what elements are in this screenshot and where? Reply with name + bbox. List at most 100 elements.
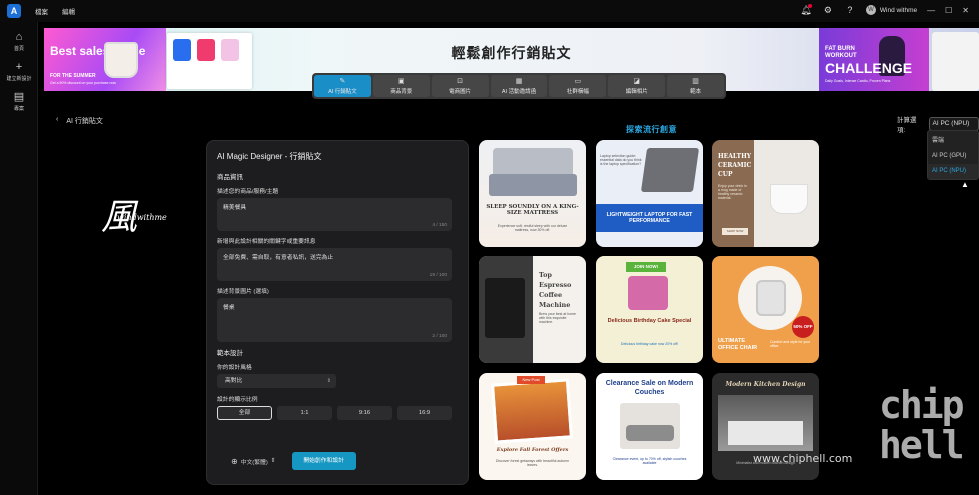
card-title: Clearance Sale on Modern Couches xyxy=(605,380,694,396)
card-subtitle: Clearance event, up to 70% off, stylish … xyxy=(612,457,687,465)
card-title: Modern Kitchen Design xyxy=(725,381,806,388)
card-subtitle: Experience soft, restful sleep with our … xyxy=(497,224,568,232)
tab-label: AI 行銷貼文 xyxy=(328,88,357,95)
card-subtitle: Laptop selection guide: essential data d… xyxy=(600,154,642,166)
tab-edit-photo[interactable]: ◪ 編輯相片 xyxy=(608,75,666,97)
idea-card-cup[interactable]: HEALTHY CERAMIC CUP Enjoy your drink in … xyxy=(712,140,819,247)
cup-image xyxy=(770,184,808,214)
app-logo-icon[interactable]: A xyxy=(7,4,21,18)
compute-selected-value: AI PC (NPU) xyxy=(932,120,970,127)
option-gpu[interactable]: AI PC (GPU) xyxy=(928,149,978,164)
card-title: Delicious Birthday Cake Special xyxy=(607,318,692,324)
option-npu[interactable]: AI PC (NPU) xyxy=(928,164,978,179)
gear-icon[interactable]: ⚙ xyxy=(822,4,834,16)
tab-label: 社群橫幅 xyxy=(566,88,589,95)
user-menu[interactable]: W Wind withme xyxy=(865,5,918,15)
sidebar-item-label: 建立新設計 xyxy=(6,76,32,82)
idea-card-cake[interactable]: JOIN NOW! Delicious Birthday Cake Specia… xyxy=(596,256,703,363)
sidebar-item-new-design[interactable]: + 建立新設計 xyxy=(0,61,38,82)
ratio-label: 設計的顯示比例 xyxy=(217,397,258,403)
card-title: HEALTHY CERAMIC CUP xyxy=(718,153,752,178)
designer-form: AI Magic Designer - 行銷貼文 商品資訊 描述您的商品/服務/… xyxy=(206,140,469,485)
join-now-badge: JOIN NOW! xyxy=(626,262,666,272)
ad-line: FAT BURN WORKOUT xyxy=(825,46,857,59)
tab-templates[interactable]: ▥ 範本 xyxy=(667,75,725,97)
compute-dropdown: 雲端 AI PC (GPU) AI PC (NPU) xyxy=(927,130,979,180)
char-count: 19 / 100 xyxy=(429,273,447,278)
feature-tabs: ✎ AI 行銷貼文 ▣ 商品背景 ⊡ 電商圖片 ▦ AI 活動邀請函 ▭ 社群橫幅 ◪ 編輯… xyxy=(312,73,726,99)
back-link[interactable]: ‹ AI 行銷貼文 xyxy=(56,116,103,126)
watermark-windwithme: 風 windwithme xyxy=(101,200,167,236)
close-icon[interactable]: ✕ xyxy=(962,6,969,15)
product-label: 描述您的商品/服務/主題 xyxy=(217,189,279,195)
help-icon[interactable]: ? xyxy=(844,4,856,16)
language-value: 中文(繁體) xyxy=(240,459,268,466)
tab-ai-invitation[interactable]: ▦ AI 活動邀請函 xyxy=(490,75,548,97)
tab-label: 範本 xyxy=(690,88,702,95)
idea-card-laptop[interactable]: Laptop selection guide: essential data d… xyxy=(596,140,703,247)
user-name: Wind withme xyxy=(879,6,918,14)
generate-button[interactable]: 開始創作和設計 xyxy=(291,452,356,470)
idea-card-mattress[interactable]: SLEEP SOUNDLY ON A KING-SIZE MATTRESS Ex… xyxy=(479,140,586,247)
discount-badge: 50% OFF xyxy=(792,316,814,338)
product-input[interactable]: 精美餐具 4 / 150 xyxy=(217,198,452,231)
menu-file[interactable]: 檔案 xyxy=(35,6,48,16)
ad-fine-print: Get a 50% discount on your purchase now xyxy=(50,81,116,85)
ratio-all[interactable]: 全部 xyxy=(217,406,272,420)
option-cloud[interactable]: 雲端 xyxy=(928,134,978,149)
tab-product-background[interactable]: ▣ 商品背景 xyxy=(372,75,430,97)
sidebar-item-projects[interactable]: ▤ 專案 xyxy=(0,91,38,112)
tab-label: 編輯相片 xyxy=(625,88,648,95)
tab-social-banner[interactable]: ▭ 社群橫幅 xyxy=(549,75,607,97)
tab-label: 商品背景 xyxy=(390,88,413,95)
ratio-1-1[interactable]: 1:1 xyxy=(277,406,332,420)
idea-card-chair[interactable]: 50% OFF ULTIMATE OFFICE CHAIR Comfort an… xyxy=(712,256,819,363)
photo-edit-icon: ◪ xyxy=(633,77,641,85)
maximize-icon[interactable]: ☐ xyxy=(945,6,952,15)
style-select[interactable]: 高對比 ⇕ xyxy=(217,374,336,388)
product-value: 精美餐具 xyxy=(223,205,247,211)
shop-now-button: SHOP NOW xyxy=(722,228,748,235)
watermark-script: windwithme xyxy=(117,213,167,222)
tab-label: 電商圖片 xyxy=(449,88,472,95)
background-input[interactable]: 餐桌 2 / 100 xyxy=(217,298,452,342)
background-label: 描述背景圖片 (選填) xyxy=(217,289,269,295)
idea-card-couches[interactable]: Clearance Sale on Modern Couches Clearan… xyxy=(596,373,703,480)
tab-ecommerce-images[interactable]: ⊡ 電商圖片 xyxy=(431,75,489,97)
menu-edit[interactable]: 編輯 xyxy=(62,6,75,16)
calendar-icon: ▦ xyxy=(515,77,523,85)
keywords-value: 全部免費、需自取，有意者私訊，送完為止 xyxy=(223,255,334,261)
section-template: 範本設計 xyxy=(217,350,243,357)
ratio-16-9[interactable]: 16:9 xyxy=(397,406,452,420)
updown-chevron-icon: ⇕ xyxy=(326,378,331,384)
card-subtitle: Delicious birthday cake now 20% off! xyxy=(620,342,679,346)
ad-tagline: FOR THE SUMMER xyxy=(50,73,96,79)
idea-card-espresso[interactable]: Top Espresso Coffee Machine Brew your be… xyxy=(479,256,586,363)
espresso-machine-image xyxy=(485,278,525,338)
keywords-input[interactable]: 全部免費、需自取，有意者私訊，送完為止 19 / 100 xyxy=(217,248,452,281)
site-watermark: www.chiphell.com xyxy=(753,452,853,465)
mouse-cursor-icon: ▲ xyxy=(961,180,969,189)
sidebar: ⌂ 首頁 + 建立新設計 ▤ 專案 xyxy=(0,22,38,495)
idea-card-forest[interactable]: New Post Explore Fall Forest Offers Disc… xyxy=(479,373,586,480)
language-select[interactable]: ⊕ 中文(繁體) ⇕ xyxy=(231,457,276,466)
card-subtitle: Discover forest getaways with beautiful … xyxy=(495,459,570,467)
forest-photo xyxy=(491,378,573,444)
title-bar: A 檔案 編輯 🔔︎ ⚙ ? W Wind withme — ☐ ✕ xyxy=(0,0,979,22)
updown-chevron-icon: ⇕ xyxy=(270,458,276,464)
bed-image xyxy=(489,174,577,196)
ratio-9-16[interactable]: 9:16 xyxy=(337,406,392,420)
globe-icon: ⊕ xyxy=(231,456,238,466)
template-icon: ▥ xyxy=(692,77,699,85)
sidebar-item-home[interactable]: ⌂ 首頁 xyxy=(0,31,38,52)
minimize-icon[interactable]: — xyxy=(927,6,935,15)
keywords-label: 新增與此設計相關的關鍵字或重要訊息 xyxy=(217,239,316,245)
pen-icon: ✎ xyxy=(339,77,346,85)
compute-select[interactable]: AI PC (NPU) ▾ xyxy=(928,117,979,131)
explore-title: 探索流行創意 xyxy=(626,125,677,134)
bell-icon[interactable]: 🔔︎ xyxy=(800,4,812,16)
tab-ai-marketing-post[interactable]: ✎ AI 行銷貼文 xyxy=(314,75,371,97)
card-title: Explore Fall Forest Offers xyxy=(496,447,569,453)
plus-icon: + xyxy=(15,61,23,73)
ratio-group: 全部 1:1 9:16 16:9 xyxy=(217,406,458,420)
